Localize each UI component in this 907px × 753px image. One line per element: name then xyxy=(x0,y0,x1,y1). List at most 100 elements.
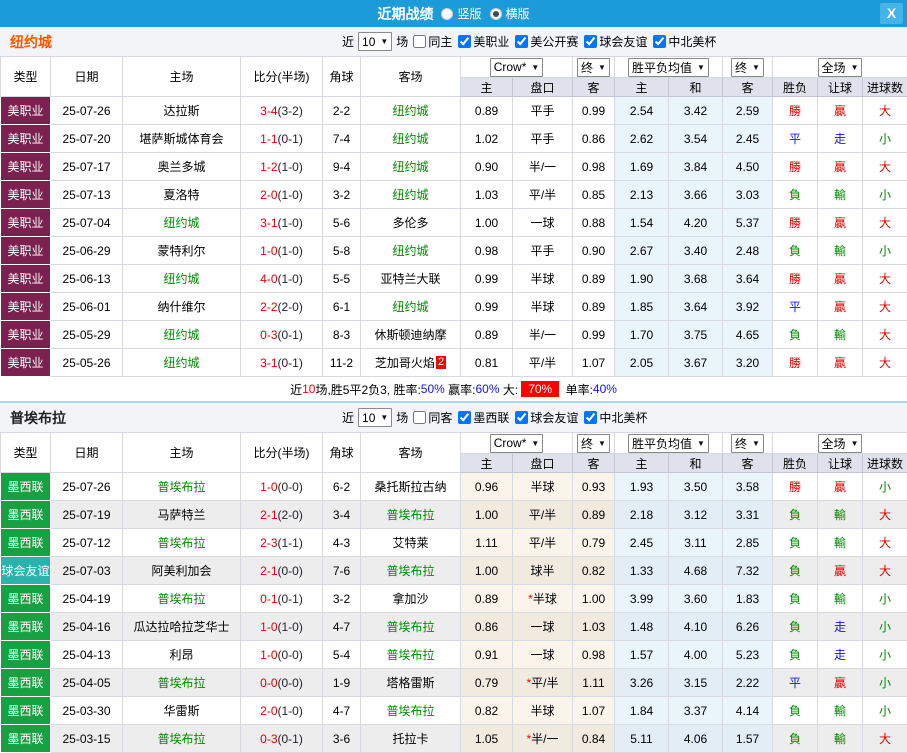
games-label: 场 xyxy=(396,409,408,426)
corner-cell: 9-4 xyxy=(323,153,361,181)
competition-filter[interactable]: 墨西联 xyxy=(453,409,509,426)
scope-select[interactable]: 全场▼ xyxy=(818,434,863,453)
match-type-cell: 墨西联 xyxy=(1,473,51,501)
result-wdl-cell: 負 xyxy=(773,321,818,349)
odds-time-select[interactable]: 终▼ xyxy=(577,434,610,453)
layout-radio-vertical[interactable]: 竖版 xyxy=(441,5,481,22)
avg-odds-select[interactable]: 胜平负均值▼ xyxy=(628,58,709,77)
sub-header-handicap: 盘口 xyxy=(513,454,573,473)
avg-away-cell: 3.31 xyxy=(723,501,773,529)
score-cell: 1-0(1-0) xyxy=(241,237,323,265)
away-odds-cell: 0.88 xyxy=(573,209,615,237)
avg-draw-cell: 3.84 xyxy=(669,153,723,181)
avg-odds-select[interactable]: 胜平负均值▼ xyxy=(628,434,709,453)
handicap-cell: 平手 xyxy=(513,97,573,125)
corner-cell: 7-4 xyxy=(323,125,361,153)
avg-home-cell: 3.26 xyxy=(615,669,669,697)
result-goals-cell: 小 xyxy=(863,613,907,641)
competition-checkbox[interactable] xyxy=(515,35,528,48)
home-odds-cell: 0.89 xyxy=(461,97,513,125)
competition-label: 美公开赛 xyxy=(530,33,578,50)
sub-header-home-odds: 主 xyxy=(461,454,513,473)
handicap-cell: 平/半 xyxy=(513,349,573,377)
away-team-cell: 桑托斯拉古纳 xyxy=(361,473,461,501)
competition-checkbox[interactable] xyxy=(584,35,597,48)
match-row: 墨西联25-07-19马萨特兰2-1(2-0)3-4普埃布拉1.00平/半0.8… xyxy=(1,501,907,529)
avg-away-cell: 2.59 xyxy=(723,97,773,125)
score-cell: 2-0(1-0) xyxy=(241,181,323,209)
competition-filter[interactable]: 球会友谊 xyxy=(579,33,647,50)
competition-filter[interactable]: 中北美杯 xyxy=(648,33,716,50)
avg-away-cell: 6.26 xyxy=(723,613,773,641)
home-team-cell: 利昂 xyxy=(123,641,241,669)
avg-time-select[interactable]: 终▼ xyxy=(731,58,764,77)
competition-checkbox[interactable] xyxy=(653,35,666,48)
avg-draw-cell: 3.15 xyxy=(669,669,723,697)
odds-company-select[interactable]: Crow*▼ xyxy=(490,58,544,77)
radio-icon xyxy=(490,8,502,20)
same-venue-checkbox[interactable] xyxy=(413,411,426,424)
result-goals-cell: 大 xyxy=(863,349,907,377)
summary-segment: 赢率: xyxy=(445,381,476,398)
match-type-cell: 墨西联 xyxy=(1,501,51,529)
avg-away-cell: 2.48 xyxy=(723,237,773,265)
match-date-cell: 25-04-05 xyxy=(51,669,123,697)
close-button[interactable]: X xyxy=(880,3,903,24)
match-type-cell: 美职业 xyxy=(1,181,51,209)
sub-header-wdl: 胜负 xyxy=(773,454,818,473)
competition-filter[interactable]: 球会友谊 xyxy=(510,409,578,426)
competition-checkbox[interactable] xyxy=(584,411,597,424)
home-team-cell: 纽约城 xyxy=(123,321,241,349)
match-row: 美职业25-07-04纽约城3-1(1-0)5-6多伦多1.00一球0.881.… xyxy=(1,209,907,237)
recent-count-select[interactable]: 10▼ xyxy=(358,32,392,51)
same-venue-checkbox[interactable] xyxy=(413,35,426,48)
result-wdl-cell: 勝 xyxy=(773,209,818,237)
col-header-corner: 角球 xyxy=(323,57,361,97)
result-goals-cell: 大 xyxy=(863,321,907,349)
competition-filter[interactable]: 美公开赛 xyxy=(510,33,578,50)
away-team-cell: 纽约城 xyxy=(361,125,461,153)
match-row: 美职业25-07-20堪萨斯城体育会1-1(0-1)7-4纽约城1.02平手0.… xyxy=(1,125,907,153)
recent-count-select[interactable]: 10▼ xyxy=(358,408,392,427)
match-date-cell: 25-05-29 xyxy=(51,321,123,349)
corner-cell: 3-6 xyxy=(323,725,361,753)
competition-filters: 美职业 美公开赛球会友谊中北美杯 xyxy=(453,33,717,51)
odds-company-header: Crow*▼ xyxy=(461,433,573,454)
avg-home-cell: 1.33 xyxy=(615,557,669,585)
avg-away-cell: 3.58 xyxy=(723,473,773,501)
odds-time-select[interactable]: 终▼ xyxy=(577,58,610,77)
score-cell: 0-3(0-1) xyxy=(241,321,323,349)
competition-checkbox[interactable] xyxy=(458,35,471,48)
away-odds-cell: 0.86 xyxy=(573,125,615,153)
avg-away-cell: 2.22 xyxy=(723,669,773,697)
corner-cell: 4-7 xyxy=(323,613,361,641)
same-venue-filter[interactable]: 同客 xyxy=(408,409,452,426)
match-row: 美职业25-07-13夏洛特2-0(1-0)3-2纽约城1.03平/半0.852… xyxy=(1,181,907,209)
away-odds-cell: 0.98 xyxy=(573,153,615,181)
competition-checkbox[interactable] xyxy=(515,411,528,424)
layout-radio-horizontal[interactable]: 横版 xyxy=(490,5,530,22)
away-odds-cell: 0.93 xyxy=(573,473,615,501)
home-odds-cell: 1.11 xyxy=(461,529,513,557)
home-odds-cell: 0.90 xyxy=(461,153,513,181)
matches-table-puebla: 类型 日期 主场 比分(半场) 角球 客场 Crow*▼ 终▼ 胜平负均值▼ 终… xyxy=(0,432,907,753)
scope-select[interactable]: 全场▼ xyxy=(818,58,863,77)
result-handicap-cell: 走 xyxy=(818,613,863,641)
sub-header-avg-away: 客 xyxy=(723,78,773,97)
avg-time-select[interactable]: 终▼ xyxy=(731,434,764,453)
avg-draw-cell: 3.42 xyxy=(669,97,723,125)
home-odds-cell: 0.99 xyxy=(461,265,513,293)
away-odds-cell: 1.00 xyxy=(573,585,615,613)
avg-draw-cell: 3.60 xyxy=(669,585,723,613)
odds-company-select[interactable]: Crow*▼ xyxy=(490,434,544,453)
same-venue-filter[interactable]: 同主 xyxy=(408,33,452,50)
away-odds-cell: 1.07 xyxy=(573,349,615,377)
competition-filter[interactable]: 美职业 xyxy=(453,33,509,50)
home-team-cell: 普埃布拉 xyxy=(123,529,241,557)
competition-checkbox[interactable] xyxy=(458,411,471,424)
away-team-cell: 纽约城 xyxy=(361,181,461,209)
competition-filter[interactable]: 中北美杯 xyxy=(579,409,647,426)
away-odds-cell: 0.82 xyxy=(573,557,615,585)
record-summary: 近10场,胜5平2负3, 胜率:50% 赢率:60% 大:70% 单率:40% xyxy=(0,377,907,403)
avg-home-cell: 1.48 xyxy=(615,613,669,641)
